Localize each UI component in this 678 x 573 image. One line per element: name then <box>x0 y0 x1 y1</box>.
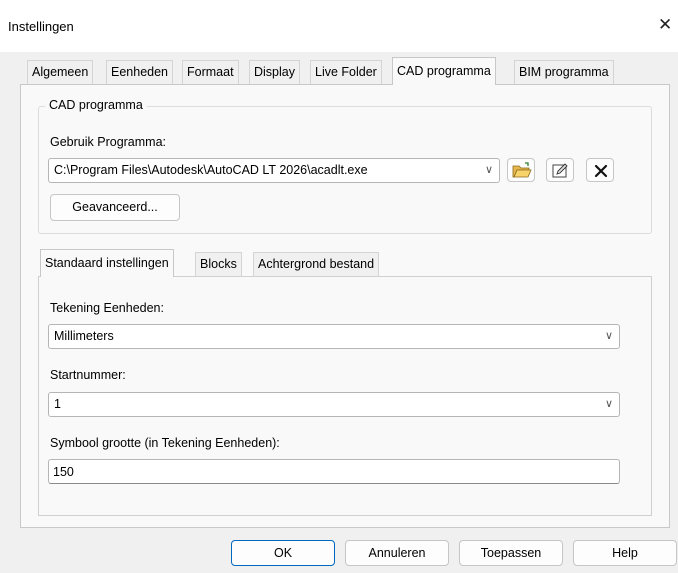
symbol-size-field[interactable] <box>48 459 620 484</box>
units-value: Millimeters <box>54 329 114 343</box>
tab-formaat[interactable]: Formaat <box>182 60 239 84</box>
program-path-value: C:\Program Files\Autodesk\AutoCAD LT 202… <box>54 163 368 177</box>
tab-display[interactable]: Display <box>249 60 300 84</box>
title-bar: Instellingen ✕ <box>0 0 678 52</box>
units-select[interactable]: Millimeters ∨ <box>48 324 620 349</box>
symbol-size-label: Symbool grootte (in Tekening Eenheden): <box>50 436 280 450</box>
tab-eenheden[interactable]: Eenheden <box>106 60 174 84</box>
chevron-down-icon: ∨ <box>604 398 613 410</box>
tab-blocks[interactable]: Blocks <box>195 252 242 276</box>
edit-icon <box>552 163 568 178</box>
tab-algemeen[interactable]: Algemeen <box>27 60 94 84</box>
cad-program-group-legend: CAD programma <box>45 98 147 112</box>
advanced-button[interactable]: Geavanceerd... <box>50 194 180 221</box>
start-number-label: Startnummer: <box>50 368 126 382</box>
program-label: Gebruik Programma: <box>50 135 167 149</box>
chevron-down-icon: ∨ <box>604 330 613 342</box>
help-button[interactable]: Help <box>573 540 677 566</box>
delete-icon <box>594 164 608 178</box>
folder-open-icon <box>512 162 532 178</box>
close-icon[interactable]: ✕ <box>658 14 678 36</box>
apply-button[interactable]: Toepassen <box>459 540 563 566</box>
start-number-value: 1 <box>54 397 61 411</box>
tab-cad-programma[interactable]: CAD programma <box>392 57 496 85</box>
program-path-combo[interactable]: C:\Program Files\Autodesk\AutoCAD LT 202… <box>48 158 500 183</box>
cancel-button[interactable]: Annuleren <box>345 540 449 566</box>
chevron-down-icon: ∨ <box>484 164 493 176</box>
start-number-select[interactable]: 1 ∨ <box>48 392 620 417</box>
browse-button[interactable] <box>507 158 535 182</box>
tab-live-folder[interactable]: Live Folder <box>310 60 382 84</box>
units-label: Tekening Eenheden: <box>50 301 164 315</box>
symbol-size-input[interactable] <box>53 463 593 480</box>
clear-button[interactable] <box>586 158 614 182</box>
ok-button[interactable]: OK <box>231 540 335 566</box>
tab-achtergrond-bestand[interactable]: Achtergrond bestand <box>253 252 380 276</box>
tab-bim-programma[interactable]: BIM programma <box>514 60 614 84</box>
window-title: Instellingen <box>8 19 74 34</box>
edit-button[interactable] <box>546 158 574 182</box>
tab-standaard-instellingen[interactable]: Standaard instellingen <box>40 249 174 277</box>
